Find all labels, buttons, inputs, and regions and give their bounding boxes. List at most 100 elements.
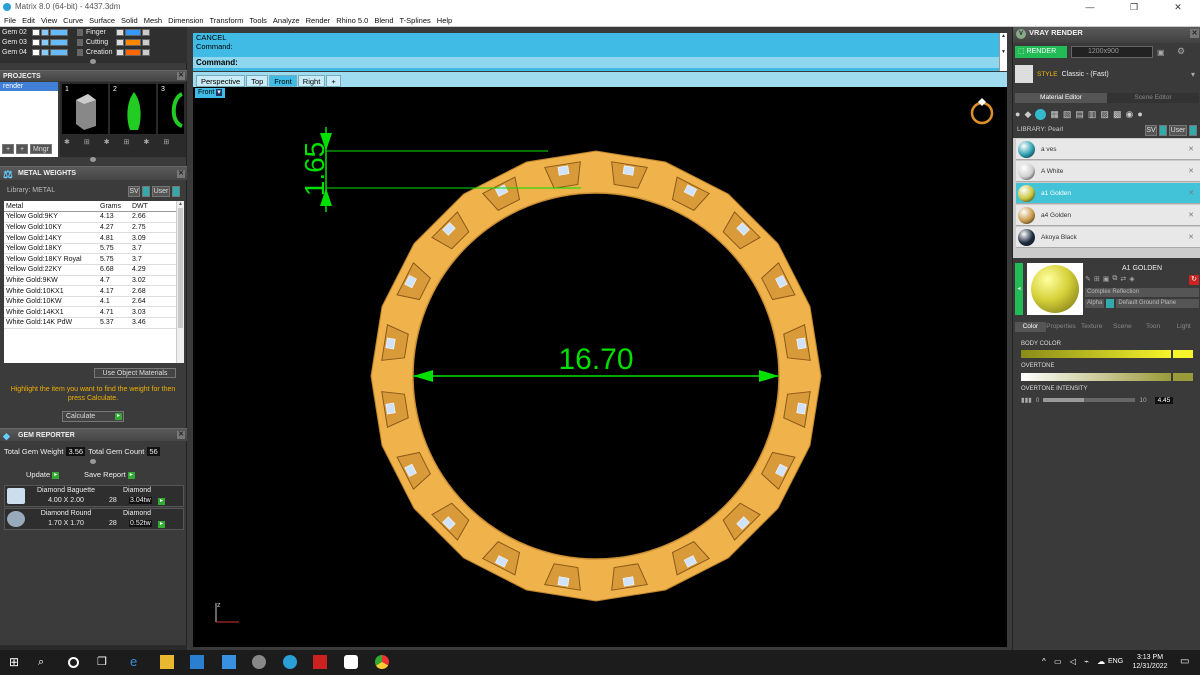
- texture-icon[interactable]: ▩: [1113, 109, 1122, 120]
- layer-lock[interactable]: [142, 49, 150, 56]
- layer-lock[interactable]: [77, 29, 83, 36]
- clock[interactable]: 3:13 PM 12/31/2022: [1130, 653, 1170, 671]
- table-row[interactable]: Yellow Gold:22KY 6.68 4.29: [4, 264, 176, 276]
- task-view-icon[interactable]: ❐: [97, 655, 111, 669]
- tab-light[interactable]: Light: [1168, 322, 1199, 332]
- light-icon[interactable]: ◉: [1125, 109, 1133, 120]
- expand-arrow-icon[interactable]: ◂: [1015, 263, 1023, 315]
- search-icon[interactable]: ⌕: [38, 655, 52, 669]
- column-header[interactable]: Metal: [4, 201, 98, 213]
- layer-lock[interactable]: [142, 29, 150, 36]
- grid-icon[interactable]: ▥: [1088, 109, 1097, 120]
- menu-item[interactable]: View: [41, 14, 57, 26]
- chrome-icon[interactable]: [375, 655, 389, 669]
- mail-icon[interactable]: [222, 655, 236, 669]
- material-item[interactable]: Akoya Black ✕: [1016, 227, 1200, 248]
- gem-row[interactable]: Diamond Baguette Diamond 4.00 X 2.00 28 3.04…: [4, 485, 184, 507]
- play-icon[interactable]: ▸: [158, 498, 165, 505]
- body-color-swatch[interactable]: [1173, 350, 1193, 358]
- edge-icon[interactable]: e: [130, 655, 144, 669]
- delete-icon[interactable]: ✕: [1188, 167, 1194, 175]
- delete-icon[interactable]: ✕: [1188, 145, 1194, 153]
- sv-button[interactable]: SV: [1145, 125, 1157, 136]
- table-row[interactable]: Yellow Gold:14KY 4.81 3.09: [4, 232, 176, 244]
- chevron-down-icon[interactable]: ▾: [1191, 70, 1195, 79]
- menu-item[interactable]: Analyze: [273, 14, 300, 26]
- delete-icon[interactable]: ✕: [1188, 211, 1194, 219]
- table-row[interactable]: Yellow Gold:10KY 4.27 2.75: [4, 222, 176, 234]
- tab-front[interactable]: Front: [269, 75, 297, 87]
- layer-color-bar[interactable]: [50, 39, 68, 46]
- tab-toon[interactable]: Toon: [1138, 322, 1169, 332]
- layer-toggle[interactable]: [116, 39, 124, 46]
- refresh-icon[interactable]: ↻: [1189, 275, 1199, 285]
- material-item[interactable]: a ves ✕: [1016, 139, 1200, 160]
- scroll-down-icon[interactable]: ▼: [1000, 49, 1007, 55]
- menu-item[interactable]: Render: [306, 14, 331, 26]
- menu-item[interactable]: File: [4, 14, 16, 26]
- viewport-front[interactable]: Front ▾ 16.70 1.65 z: [193, 87, 1007, 647]
- settings-icon[interactable]: ⚙: [1177, 46, 1199, 58]
- tab-scene-editor[interactable]: Scene Editor: [1107, 93, 1199, 103]
- layer-toggle[interactable]: [32, 39, 40, 46]
- material-item[interactable]: a1 Golden ✕: [1016, 183, 1200, 204]
- tree-item[interactable]: render: [0, 82, 58, 91]
- gem-row[interactable]: Diamond Round Diamond 1.70 X 1.70 28 0.52tw ▸: [4, 508, 184, 530]
- table-scrollbar[interactable]: ▲: [176, 201, 184, 363]
- intensity-slider[interactable]: [1043, 398, 1136, 402]
- intensity-value[interactable]: 4.45: [1154, 396, 1174, 404]
- notifications-icon[interactable]: ▭: [1180, 656, 1189, 667]
- grid-icon[interactable]: ▤: [1075, 109, 1084, 120]
- cancel-command[interactable]: CANCEL: [193, 33, 1007, 42]
- swap-icon[interactable]: ⇄: [1120, 275, 1126, 285]
- menu-item[interactable]: Solid: [121, 14, 138, 26]
- menu-item[interactable]: Edit: [22, 14, 35, 26]
- close-icon[interactable]: ✕: [177, 72, 185, 80]
- delete-icon[interactable]: ✕: [1188, 233, 1194, 241]
- style-selector[interactable]: STYLE Classic - (Fast) ▾: [1015, 64, 1199, 84]
- layer-lock[interactable]: [142, 39, 150, 46]
- scroll-thumb[interactable]: [178, 208, 183, 328]
- menu-item[interactable]: Dimension: [168, 14, 203, 26]
- save-icon[interactable]: ▣: [1103, 275, 1110, 285]
- menu-item[interactable]: Blend: [374, 14, 393, 26]
- user-toggle[interactable]: [1189, 125, 1197, 136]
- matrix-icon[interactable]: [283, 655, 297, 669]
- tab-top[interactable]: Top: [246, 75, 269, 87]
- menu-item[interactable]: T-Splines: [400, 14, 431, 26]
- lock-icon[interactable]: ▣: [1157, 48, 1165, 57]
- tab-texture[interactable]: Texture: [1076, 322, 1107, 332]
- menu-item[interactable]: Mesh: [144, 14, 162, 26]
- layer-toggle[interactable]: [116, 29, 124, 36]
- thumbnail-3[interactable]: 3: [158, 84, 184, 134]
- body-color-slider[interactable]: [1021, 350, 1171, 358]
- table-row[interactable]: White Gold:10KW 4.1 2.64: [4, 296, 176, 308]
- menu-item[interactable]: Curve: [63, 14, 83, 26]
- close-icon[interactable]: ✕: [177, 170, 185, 178]
- save-report-button[interactable]: Save Report ▸: [84, 470, 135, 479]
- menu-item[interactable]: Surface: [89, 14, 115, 26]
- tab-properties[interactable]: Properties: [1046, 322, 1077, 332]
- menu-item[interactable]: Transform: [210, 14, 244, 26]
- user-button[interactable]: User: [152, 186, 170, 197]
- command-scrollbar[interactable]: ▲ ▼: [999, 33, 1007, 71]
- table-row[interactable]: White Gold:14KX1 4.71 3.03: [4, 306, 176, 319]
- layer-toggle[interactable]: [116, 49, 124, 56]
- cortana-icon[interactable]: [68, 657, 79, 668]
- update-button[interactable]: Update ▸: [26, 470, 60, 479]
- table-row[interactable]: White Gold:10KX1 4.17 2.68: [4, 285, 176, 297]
- table-row[interactable]: White Gold:14K PdW 5.37 3.46: [4, 317, 176, 329]
- copy-icon[interactable]: ⧉: [1112, 275, 1117, 285]
- cube-icon[interactable]: ▧: [1063, 109, 1072, 120]
- material-item[interactable]: A White ✕: [1016, 161, 1200, 182]
- play-icon[interactable]: ▸: [158, 521, 165, 528]
- ground-plane-select[interactable]: Default Ground Plane: [1116, 299, 1199, 308]
- language-indicator[interactable]: ENG: [1108, 658, 1123, 665]
- sphere-icon[interactable]: [1035, 108, 1047, 120]
- table-row[interactable]: Yellow Gold:18KY 5.75 3.7: [4, 243, 176, 255]
- delete-icon[interactable]: ✕: [1188, 189, 1194, 197]
- column-header[interactable]: DWT: [130, 201, 176, 213]
- add-icon[interactable]: +: [2, 144, 14, 154]
- layer-lock[interactable]: [77, 49, 83, 56]
- link-icon[interactable]: ⊞: [1094, 275, 1100, 285]
